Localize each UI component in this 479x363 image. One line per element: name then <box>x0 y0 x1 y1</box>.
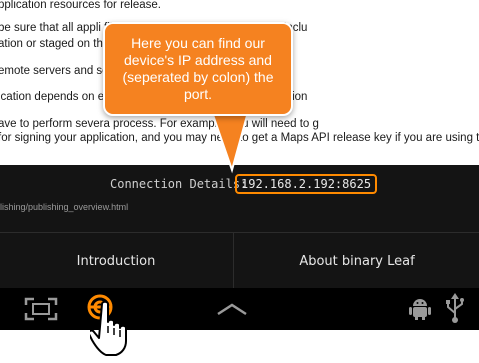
doc-line-7: for signing your application, and you ma… <box>0 132 479 144</box>
tooltip-callout: Here you can find our device's IP addres… <box>103 22 293 116</box>
tab-about-label: About binary Leaf <box>299 253 415 269</box>
android-icon <box>409 296 431 325</box>
tab-introduction-label: Introduction <box>76 253 156 269</box>
doc-line-3: ation or staged on th <box>0 38 103 50</box>
back-icon[interactable] <box>0 298 4 323</box>
tab-about[interactable]: About binary Leaf <box>233 233 479 289</box>
url-fragment: lishing/publishing_overview.html <box>0 202 129 212</box>
doc-line-7-text: for signing your application, and you ma… <box>0 132 479 144</box>
usb-icon <box>445 293 465 328</box>
doc-line-6: ave to perform severa process. For examp… <box>0 118 319 130</box>
doc-line-1: pplication resources for release. <box>0 0 161 11</box>
connection-value: 192.168.2.192:8625 <box>235 174 378 194</box>
doc-line-4: emote servers and se <box>0 65 109 77</box>
connection-details-row: Connection Details: 192.168.2.192:8625 <box>0 165 479 205</box>
screenshot-icon[interactable] <box>24 297 58 326</box>
app-panel: Connection Details: 192.168.2.192:8625 l… <box>0 165 479 289</box>
tooltip-text: Here you can find our device's IP addres… <box>122 35 274 102</box>
tab-introduction[interactable]: Introduction <box>0 233 232 289</box>
recent-apps-icon[interactable] <box>216 302 248 321</box>
tab-bar: Introduction About binary Leaf <box>0 232 479 289</box>
hand-cursor-icon <box>87 300 130 363</box>
connection-label: Connection Details: <box>110 177 248 191</box>
system-navigation-bar <box>0 288 479 330</box>
